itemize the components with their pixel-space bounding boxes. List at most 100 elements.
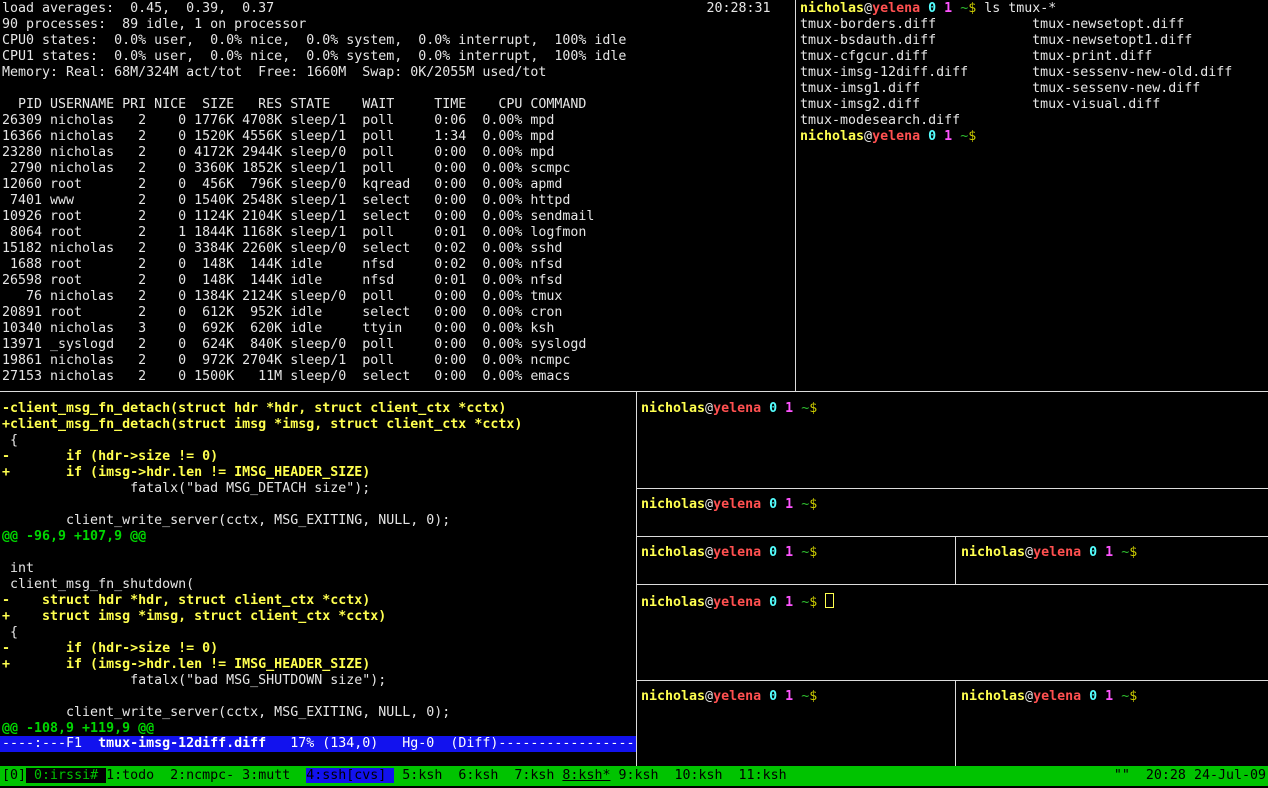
- text-run: [920, 1, 928, 16]
- prompt-shlvl: 1: [785, 595, 793, 610]
- prompt-histnum: 0: [1089, 545, 1097, 560]
- prompt-shlvl: 1: [785, 545, 793, 560]
- prompt-at: @: [1025, 545, 1033, 560]
- text-run: [1113, 689, 1121, 704]
- prompt-shlvl: 1: [1105, 689, 1113, 704]
- text-run: [793, 689, 801, 704]
- text-run: [920, 129, 928, 144]
- prompt-symbol: $: [809, 497, 817, 512]
- status-window-segment[interactable]: 5:ksh 6:ksh 7:ksh: [394, 768, 562, 783]
- prompt-symbol: $: [809, 545, 817, 560]
- status-window-segment[interactable]: 4:ssh[cvs]: [306, 768, 394, 783]
- prompt-user: nicholas: [641, 545, 705, 560]
- prompt-symbol: $: [1129, 689, 1137, 704]
- pane-shell-b[interactable]: nicholas@yelena 0 1 ~$: [641, 497, 817, 513]
- pane-shell-c[interactable]: nicholas@yelena 0 1 ~$: [641, 545, 817, 561]
- pane-border-h4: [637, 584, 1268, 585]
- status-window-segment[interactable]: 1:todo 2:ncmpc- 3:mutt: [106, 768, 306, 783]
- prompt-cwd: ~: [801, 401, 809, 416]
- prompt-at: @: [705, 689, 713, 704]
- prompt-cwd: ~: [801, 497, 809, 512]
- text-run: [952, 129, 960, 144]
- pane-top-output[interactable]: load averages: 0.45, 0.39, 0.37 20:28:31…: [2, 1, 792, 385]
- prompt-shlvl: 1: [944, 1, 952, 16]
- pane-shell-ls[interactable]: nicholas@yelena 0 1 ~$ ls tmux-* tmux-bo…: [800, 1, 1266, 385]
- diff-line: +client_msg_fn_detach(struct imsg *imsg,…: [2, 417, 522, 432]
- status-bar: [0] 0:irssi# 1:todo 2:ncmpc- 3:mutt 4:ss…: [0, 766, 1268, 786]
- text-run: [761, 401, 769, 416]
- diff-line: int: [2, 561, 34, 576]
- pane-border-v3: [955, 537, 956, 584]
- prompt-host: yelena: [713, 545, 761, 560]
- text-run: [761, 595, 769, 610]
- prompt-at: @: [705, 545, 713, 560]
- prompt-shlvl: 1: [785, 401, 793, 416]
- diff-line: fatalx("bad MSG_SHUTDOWN size");: [2, 673, 386, 688]
- pane-border-h2: [637, 488, 1268, 489]
- pane-border-bottom-vertical: [636, 392, 637, 766]
- prompt-histnum: 0: [928, 129, 936, 144]
- diff-line: fatalx("bad MSG_DETACH size");: [2, 481, 370, 496]
- diff-line: - struct hdr *hdr, struct client_ctx *cc…: [2, 593, 370, 608]
- tmux-screen: load averages: 0.45, 0.39, 0.37 20:28:31…: [0, 0, 1268, 788]
- pane-shell-a[interactable]: nicholas@yelena 0 1 ~$: [641, 401, 817, 417]
- diff-line: -client_msg_fn_detach(struct hdr *hdr, s…: [2, 401, 506, 416]
- status-window-segment[interactable]: 8:ksh*: [562, 768, 610, 783]
- prompt-at: @: [1025, 689, 1033, 704]
- text-run: [1097, 545, 1105, 560]
- prompt-host: yelena: [713, 497, 761, 512]
- prompt-histnum: 0: [769, 545, 777, 560]
- diff-line: client_write_server(cctx, MSG_EXITING, N…: [2, 705, 450, 720]
- prompt-symbol: $: [809, 689, 817, 704]
- modeline-prefix: ----:---F1: [2, 736, 98, 751]
- text-run: [777, 401, 785, 416]
- status-window-segment[interactable]: 0:irssi#: [26, 768, 106, 783]
- pane-border-h5: [637, 680, 1268, 681]
- text-run: [936, 1, 944, 16]
- pane-shell-d[interactable]: nicholas@yelena 0 1 ~$: [961, 545, 1137, 561]
- ls-output-text: nicholas@yelena 0 1 ~$ ls tmux-* tmux-bo…: [800, 1, 1266, 145]
- text-run: [777, 595, 785, 610]
- diff-line: + if (imsg->hdr.len != IMSG_HEADER_SIZE): [2, 465, 370, 480]
- prompt-shlvl: 1: [785, 497, 793, 512]
- status-window-list: 0:irssi# 1:todo 2:ncmpc- 3:mutt 4:ssh[cv…: [26, 768, 787, 784]
- pane-border-top-vertical: [795, 0, 796, 391]
- status-session-name: [0]: [2, 768, 26, 784]
- diff-line: @@ -108,9 +119,9 @@: [2, 721, 154, 736]
- text-run: [936, 129, 944, 144]
- top-output-text: load averages: 0.45, 0.39, 0.37 20:28:31…: [2, 1, 792, 385]
- terminal-cursor: [825, 593, 834, 608]
- prompt-at: @: [864, 129, 872, 144]
- status-window-segment[interactable]: 9:ksh 10:ksh 11:ksh: [610, 768, 786, 783]
- text-run: [777, 497, 785, 512]
- emacs-modeline: ----:---F1 tmux-imsg-12diff.diff 17% (13…: [0, 736, 636, 752]
- emacs-buffer-text: -client_msg_fn_detach(struct hdr *hdr, s…: [2, 401, 634, 737]
- text-run: [1113, 545, 1121, 560]
- diff-line: {: [2, 625, 18, 640]
- prompt-histnum: 0: [1089, 689, 1097, 704]
- pane-shell-g[interactable]: nicholas@yelena 0 1 ~$: [961, 689, 1137, 705]
- prompt-user: nicholas: [961, 545, 1025, 560]
- status-clock: "" 20:28 24-Jul-09: [1114, 768, 1266, 784]
- prompt-shlvl: 1: [1105, 545, 1113, 560]
- prompt-user: nicholas: [641, 401, 705, 416]
- diff-line: + if (imsg->hdr.len != IMSG_HEADER_SIZE): [2, 657, 370, 672]
- prompt-host: yelena: [713, 401, 761, 416]
- pane-shell-e-active[interactable]: nicholas@yelena 0 1 ~$: [641, 593, 834, 611]
- prompt-symbol: $: [968, 129, 976, 144]
- prompt-user: nicholas: [641, 497, 705, 512]
- prompt-user: nicholas: [961, 689, 1025, 704]
- text-run: [1097, 689, 1105, 704]
- prompt-host: yelena: [872, 1, 920, 16]
- prompt-shlvl: 1: [785, 689, 793, 704]
- pane-emacs[interactable]: -client_msg_fn_detach(struct hdr *hdr, s…: [2, 401, 634, 737]
- prompt-histnum: 0: [928, 1, 936, 16]
- text-run: [777, 689, 785, 704]
- text-run: [761, 497, 769, 512]
- prompt-host: yelena: [713, 689, 761, 704]
- text-run: [761, 689, 769, 704]
- pane-shell-f[interactable]: nicholas@yelena 0 1 ~$: [641, 689, 817, 705]
- pane-border-middle-horizontal: [0, 391, 1268, 392]
- text-run: [1081, 689, 1089, 704]
- prompt-host: yelena: [713, 595, 761, 610]
